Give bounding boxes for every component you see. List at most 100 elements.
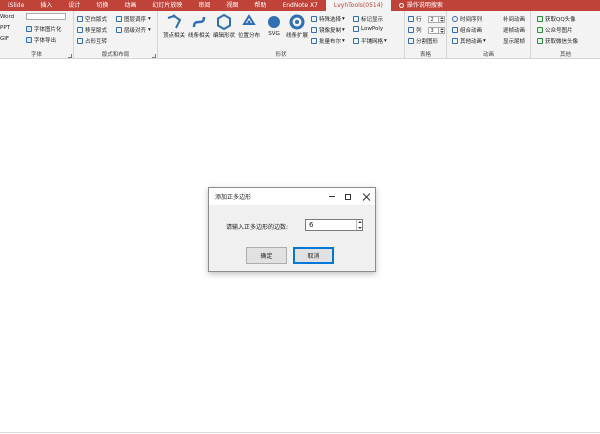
get-wechat-avatar-label: 获取微信头像 [545,39,579,45]
tab-review[interactable]: 审阅 [190,0,218,11]
mirror-copy-chevron-icon: ▾ [342,27,345,33]
word-item[interactable]: Word [0,14,14,20]
special-select-label: 特殊选择 [319,17,342,23]
group-label-table: 表格 [419,52,431,58]
position-distribute-button[interactable]: 位置分布 [237,14,261,39]
sides-prompt-label: 请输入正多边形的边数: [226,224,289,231]
batch-boolean-label: 批量布尔 [319,39,342,45]
font-image-icon [26,26,32,32]
frame-animation-button[interactable]: 逐帧动画 [503,26,525,34]
level-align-button[interactable]: 层级对齐 ▾ [116,26,151,34]
blank-layout-button[interactable]: 空白版式 [77,15,107,23]
layer-order-button[interactable]: 图层调序 ▾ [116,15,151,23]
sides-spinner[interactable] [356,220,362,230]
tile-grid-button[interactable]: 平铺网格 ▾ [353,37,387,45]
rows-icon [408,16,414,22]
blank-layout-label: 空白版式 [85,17,108,23]
ok-button[interactable]: 确定 [246,247,287,264]
font-combo[interactable] [24,13,66,20]
account-image-label: 公众号图片 [545,28,573,34]
batch-boolean-button[interactable]: 批量布尔 ▾ [311,37,345,45]
font-to-image-button[interactable]: 字体图片化 [26,25,62,33]
move-layout-icon [77,27,83,33]
ribbon: Word PPT GIF 字体图片化 字体导出 字体 空白版式 移至版式 占形互… [0,11,600,59]
combo-animation-icon [452,27,458,33]
rows-input[interactable]: 2 [427,15,439,23]
tell-me-search[interactable]: 操作说明搜索 [391,0,451,11]
mirror-copy-button[interactable]: 镜像复制 ▾ [311,26,345,34]
sides-number-input[interactable]: 6 [305,219,363,231]
combo-animation-button[interactable]: 组合动画 [452,26,482,34]
font-group-launcher-icon[interactable] [68,54,72,58]
vertex-button[interactable]: 顶点相关 [162,14,186,39]
spin-down-icon[interactable] [358,227,362,229]
qq-avatar-icon [537,16,543,22]
tab-transitions[interactable]: 切换 [88,0,116,11]
other-animation-chevron-icon: ▾ [483,38,486,44]
level-align-chevron-icon: ▾ [148,27,151,33]
tab-insert[interactable]: 插入 [32,0,60,11]
cols-spinner[interactable] [438,26,445,34]
tab-view[interactable]: 视图 [218,0,246,11]
font-export-label: 字体导出 [34,38,57,44]
edit-shape-button[interactable]: 编辑形状 [212,14,236,39]
group-label-layout: 版式和布局 [101,52,130,58]
mark-display-button[interactable]: 标记显示 [353,15,383,23]
cols-input[interactable]: 3 [427,26,439,34]
maximize-button[interactable] [340,188,356,205]
group-animation: 时间序列 组合动画 其他动画 ▾ 补间动画 逐帧动画 显示尾帧 动画 [447,11,531,59]
tab-slideshow[interactable]: 幻灯片放映 [144,0,190,11]
group-label-animation: 动画 [482,52,494,58]
level-align-label: 层级对齐 [124,28,147,34]
get-wechat-avatar-button[interactable]: 获取微信头像 [537,37,578,45]
close-button[interactable] [358,188,374,205]
lowpoly-button[interactable]: LowPoly [353,26,383,32]
group-table: 行2 列3 分割图形 表格 [405,11,447,59]
font-export-icon [26,37,32,43]
get-qq-avatar-button[interactable]: 获取QQ头像 [537,15,576,23]
tab-animations[interactable]: 动画 [116,0,144,11]
cols-field[interactable]: 列3 [408,26,445,34]
spin-up-icon[interactable] [358,221,362,223]
maximize-icon [345,193,351,200]
split-shape-icon [408,38,414,44]
clock-icon [452,16,458,22]
dialog-titlebar[interactable]: 添加正多边形 [209,188,375,205]
minimize-button[interactable] [324,188,340,205]
cancel-button[interactable]: 取消 [293,247,334,264]
svg-button[interactable]: SVG [262,14,286,37]
tab-help[interactable]: 帮助 [246,0,274,11]
tab-lvyhtools[interactable]: LvyhTools(0514) [325,0,391,11]
lowpoly-label: LowPoly [361,26,384,32]
rows-field[interactable]: 行2 [408,15,445,23]
show-last-frame-button[interactable]: 显示尾帧 [503,37,525,45]
vertex-icon [167,14,182,29]
rows-spinner[interactable] [438,15,445,23]
move-to-layout-button[interactable]: 移至版式 [77,26,107,34]
tab-design[interactable]: 设计 [60,0,88,11]
font-combo-box[interactable] [26,13,66,20]
sides-number-value: 6 [309,221,314,229]
layout-group-launcher-icon[interactable] [152,54,156,58]
placeholder-convert-button[interactable]: 占形互转 [77,37,107,45]
mark-display-label: 标记显示 [361,17,384,23]
tile-grid-label: 平铺网格 [361,39,384,45]
split-shape-button[interactable]: 分割图形 [408,37,438,45]
line-button[interactable]: 线条相关 [187,14,211,39]
level-align-icon [116,27,122,33]
blank-layout-icon [77,16,83,22]
group-layout: 空白版式 移至版式 占形互转 图层调序 ▾ 层级对齐 ▾ 版式和布局 [74,11,158,59]
tab-islide[interactable]: iSlide [0,0,32,11]
group-shape: 顶点相关 线条相关 编辑形状 位置分布 SVG 线条扩展 特殊选择 ▾ 镜像复制 ▾… [158,11,405,59]
ppt-item[interactable]: PPT [0,25,10,31]
time-series-button[interactable]: 时间序列 [452,15,482,23]
gif-item[interactable]: GIF [0,36,9,42]
other-animation-button[interactable]: 其他动画 ▾ [452,37,486,45]
tween-animation-button[interactable]: 补间动画 [503,15,525,23]
account-image-button[interactable]: 公众号图片 [537,26,573,34]
edit-shape-label: 编辑形状 [212,33,235,39]
font-export-button[interactable]: 字体导出 [26,36,56,44]
line-extend-button[interactable]: 线条扩展 [285,14,309,39]
tab-endnote[interactable]: EndNote X7 [274,0,325,11]
special-select-button[interactable]: 特殊选择 ▾ [311,15,345,23]
